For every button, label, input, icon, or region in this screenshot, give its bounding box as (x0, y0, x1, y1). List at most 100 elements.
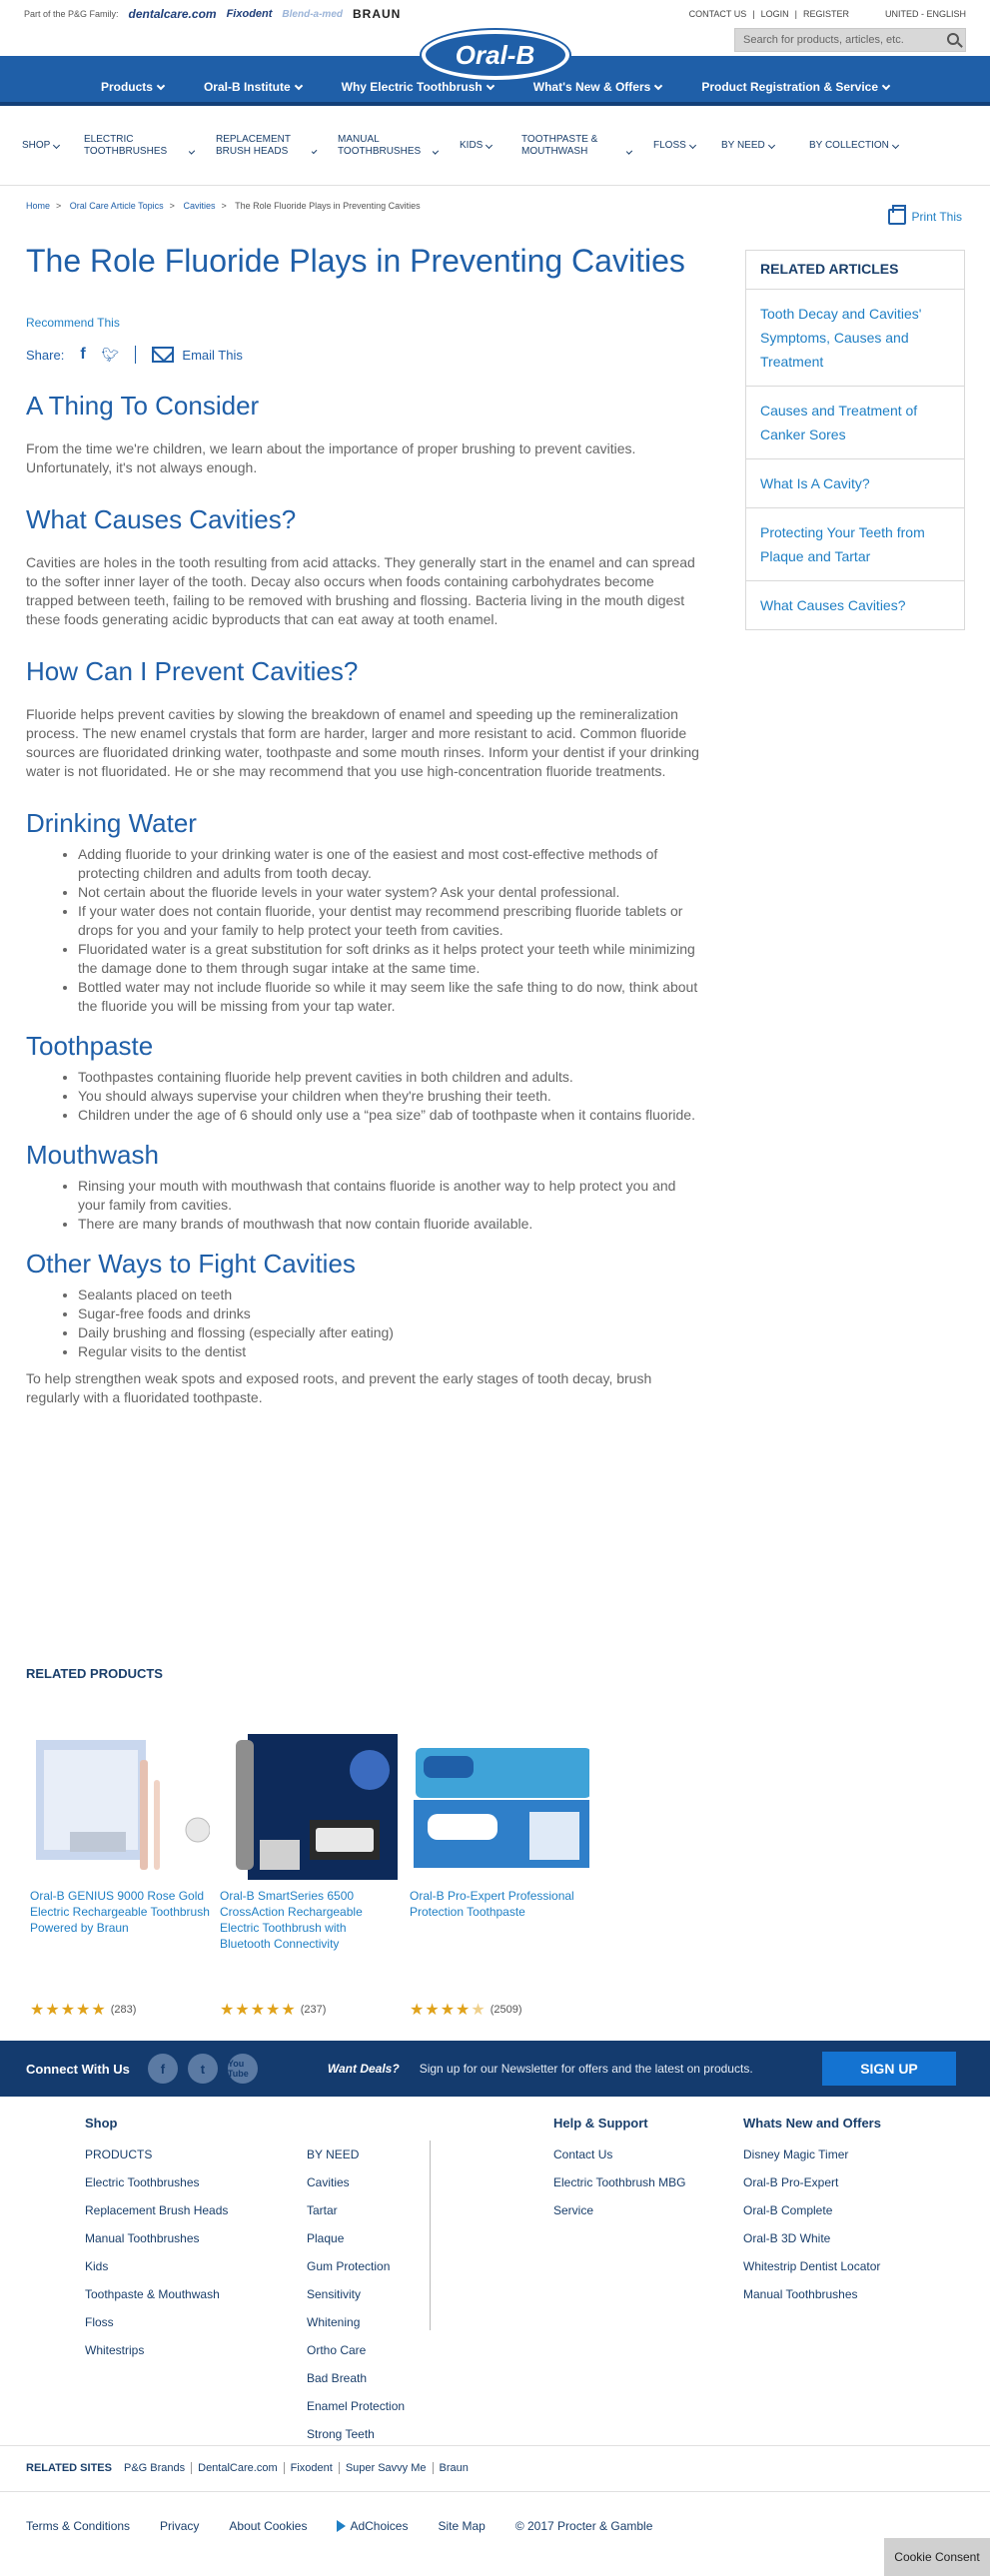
product-card[interactable]: Oral-B GENIUS 9000 Rose Gold Electric Re… (30, 1720, 211, 2019)
youtube-icon[interactable]: You Tube (227, 2054, 258, 2084)
subnav-floss[interactable]: FLOSS (653, 140, 699, 152)
product-name[interactable]: Oral-B SmartSeries 6500 CrossAction Rech… (220, 1888, 400, 1952)
related-site-link[interactable]: Braun (432, 2462, 475, 2474)
product-image[interactable] (220, 1720, 400, 1880)
related-site-link[interactable]: Fixodent (283, 2462, 339, 2474)
print-button[interactable]: Print This (887, 205, 962, 225)
breadcrumb-home[interactable]: Home (26, 201, 50, 211)
list-item: Sugar-free foods and drinks (78, 1304, 705, 1323)
footer-heading: Whats New and Offers (743, 2116, 881, 2131)
connect-band: Connect With Us f t You Tube Want Deals?… (0, 2041, 990, 2097)
related-site-link[interactable]: DentalCare.com (191, 2462, 283, 2474)
adchoices-link[interactable]: AdChoices (337, 2519, 408, 2533)
nav-why-electric[interactable]: Why Electric Toothbrush (322, 80, 513, 94)
related-article-link[interactable]: Tooth Decay and Cavities' Symptoms, Caus… (746, 290, 964, 387)
cookies-link[interactable]: About Cookies (229, 2519, 307, 2533)
oral-b-logo[interactable]: Oral-B (421, 30, 569, 80)
recommend-link[interactable]: Recommend This (26, 316, 705, 330)
footer-link[interactable]: Cavities (307, 2175, 350, 2189)
register-link[interactable]: REGISTER (803, 9, 849, 19)
subnav-manual-toothbrushes[interactable]: MANUAL TOOTHBRUSHES (338, 134, 440, 157)
braun-logo[interactable]: BRAUN (353, 7, 401, 21)
footer-link[interactable]: Sensitivity (307, 2287, 361, 2301)
footer-link[interactable]: Electric Toothbrush MBG (553, 2175, 686, 2189)
product-image[interactable] (410, 1720, 591, 1880)
footer-link[interactable]: Oral-B Complete (743, 2203, 832, 2217)
footer-link[interactable]: Tartar (307, 2203, 338, 2217)
footer-link[interactable]: Bad Breath (307, 2371, 367, 2385)
utility-links: CONTACT US | LOGIN | REGISTER UNITED - E… (688, 9, 966, 19)
related-article-link[interactable]: Protecting Your Teeth from Plaque and Ta… (746, 508, 964, 581)
footer-link[interactable]: Manual Toothbrushes (85, 2231, 200, 2245)
terms-link[interactable]: Terms & Conditions (26, 2519, 130, 2533)
subnav-toothpaste-mouthwash[interactable]: TOOTHPASTE & MOUTHWASH (521, 134, 633, 157)
nav-products[interactable]: Products (81, 80, 184, 94)
email-label: Email This (182, 347, 243, 363)
footer-link[interactable]: Floss (85, 2315, 114, 2329)
product-name[interactable]: Oral-B GENIUS 9000 Rose Gold Electric Re… (30, 1888, 210, 1936)
email-share-button[interactable]: Email This (152, 347, 243, 363)
sitemap-link[interactable]: Site Map (438, 2519, 485, 2533)
section-paragraph: From the time we're children, we learn a… (26, 440, 636, 475)
related-site-link[interactable]: P&G Brands (118, 2462, 191, 2474)
facebook-icon[interactable]: f (80, 346, 85, 364)
subnav-label: TOOTHPASTE & MOUTHWASH (521, 134, 598, 157)
subnav-shop[interactable]: SHOP (22, 140, 62, 152)
footer-link[interactable]: Whitening (307, 2315, 360, 2329)
facebook-icon[interactable]: f (147, 2054, 178, 2084)
chevron-down-icon (881, 81, 891, 90)
subnav-by-need[interactable]: BY NEED (721, 140, 787, 152)
footer-link[interactable]: Whitestrips (85, 2343, 144, 2357)
twitter-icon[interactable]: t (187, 2054, 218, 2084)
blendamed-logo[interactable]: Blend-a-med (282, 9, 343, 20)
twitter-icon[interactable]: 🐦︎ (102, 347, 120, 364)
footer-link[interactable]: Replacement Brush Heads (85, 2203, 228, 2217)
subnav-kids[interactable]: KIDS (460, 140, 499, 152)
search-icon[interactable] (947, 33, 959, 45)
footer-link[interactable]: Oral-B 3D White (743, 2231, 830, 2245)
nav-oral-b-institute[interactable]: Oral-B Institute (184, 80, 322, 94)
footer-link[interactable]: Enamel Protection (307, 2399, 405, 2413)
footer-link[interactable]: Whitestrip Dentist Locator (743, 2259, 880, 2273)
subnav-label: REPLACEMENT BRUSH HEADS (216, 134, 291, 157)
related-site-link[interactable]: Super Savvy Me (338, 2462, 433, 2474)
footer-link[interactable]: Plaque (307, 2231, 344, 2245)
related-article-link[interactable]: Causes and Treatment of Canker Sores (746, 387, 964, 459)
signup-button[interactable]: SIGN UP (822, 2052, 956, 2086)
subnav-electric-toothbrushes[interactable]: ELECTRIC TOOTHBRUSHES (84, 134, 196, 157)
nav-registration-service[interactable]: Product Registration & Service (681, 80, 909, 94)
product-card[interactable]: Oral-B Pro-Expert Professional Protectio… (410, 1720, 591, 2019)
section-heading: Mouthwash (26, 1140, 159, 1170)
product-card[interactable]: Oral-B SmartSeries 6500 CrossAction Rech… (220, 1720, 400, 2019)
subnav-replacement-heads[interactable]: REPLACEMENT BRUSH HEADS (216, 134, 318, 157)
footer-link[interactable]: BY NEED (307, 2147, 359, 2161)
contact-us-link[interactable]: CONTACT US (689, 9, 747, 19)
footer-link[interactable]: Electric Toothbrushes (85, 2175, 200, 2189)
breadcrumb-cavities[interactable]: Cavities (183, 201, 215, 211)
region-selector[interactable]: UNITED - ENGLISH (885, 9, 966, 19)
nav-whats-new[interactable]: What's New & Offers (513, 80, 682, 94)
footer-link[interactable]: Service (553, 2203, 593, 2217)
footer-link[interactable]: PRODUCTS (85, 2147, 152, 2161)
subnav-by-collection[interactable]: BY COLLECTION (809, 140, 899, 152)
related-article-link[interactable]: What Causes Cavities? (746, 581, 964, 629)
footer-link[interactable]: Ortho Care (307, 2343, 366, 2357)
fixodent-logo[interactable]: Fixodent (227, 8, 273, 20)
related-article-link[interactable]: What Is A Cavity? (746, 459, 964, 508)
privacy-link[interactable]: Privacy (160, 2519, 199, 2533)
footer-link[interactable]: Disney Magic Timer (743, 2147, 848, 2161)
search-input[interactable]: Search for products, articles, etc. (734, 28, 966, 52)
footer-link[interactable]: Oral-B Pro-Expert (743, 2175, 838, 2189)
footer-link[interactable]: Toothpaste & Mouthwash (85, 2287, 220, 2301)
product-image[interactable] (30, 1720, 211, 1880)
footer-link[interactable]: Kids (85, 2259, 108, 2273)
login-link[interactable]: LOGIN (761, 9, 789, 19)
breadcrumb-topics[interactable]: Oral Care Article Topics (70, 201, 164, 211)
cookie-consent-button[interactable]: Cookie Consent (884, 2538, 990, 2576)
footer-link[interactable]: Manual Toothbrushes (743, 2287, 858, 2301)
product-name[interactable]: Oral-B Pro-Expert Professional Protectio… (410, 1888, 589, 1920)
footer-link[interactable]: Contact Us (553, 2147, 612, 2161)
footer-link[interactable]: Strong Teeth (307, 2427, 375, 2441)
dentalcare-logo[interactable]: dentalcare.com (129, 7, 217, 21)
footer-link[interactable]: Gum Protection (307, 2259, 390, 2273)
